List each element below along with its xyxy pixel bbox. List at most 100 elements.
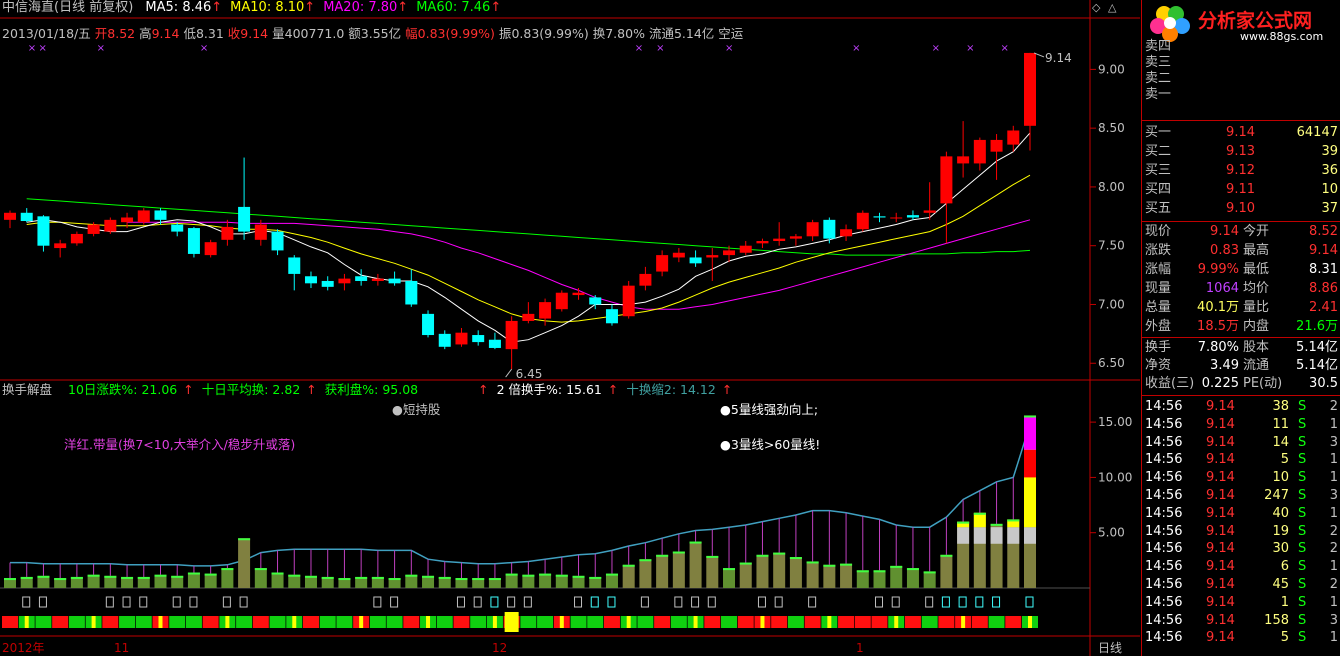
candle-up[interactable]	[371, 278, 384, 281]
candle-up[interactable]	[957, 156, 970, 164]
turnover-bar[interactable]	[840, 563, 853, 588]
candle-down[interactable]	[37, 216, 50, 246]
tick-row[interactable]: 14:56 9.14 6 S 1	[1142, 558, 1340, 576]
turnover-bar[interactable]	[890, 565, 903, 588]
turnover-bar[interactable]	[656, 554, 669, 588]
turnover-bar[interactable]	[856, 570, 869, 588]
tick-row[interactable]: 14:56 9.14 38 S 2	[1142, 398, 1340, 416]
candle-up[interactable]	[789, 236, 802, 239]
turnover-bar[interactable]	[723, 568, 736, 588]
turnover-bar[interactable]	[789, 557, 802, 588]
candle-up[interactable]	[204, 242, 217, 256]
candle-down[interactable]	[689, 257, 702, 264]
candle-down[interactable]	[321, 280, 334, 287]
candle-down[interactable]	[873, 216, 886, 218]
tick-row[interactable]: 14:56 9.14 247 S 3	[1142, 487, 1340, 505]
period-label[interactable]: 日线	[1098, 640, 1122, 656]
turnover-bar[interactable]	[923, 571, 936, 588]
bid-row[interactable]: 买五 9.10 37	[1142, 200, 1340, 218]
candle-up[interactable]	[104, 219, 117, 232]
candle-down[interactable]	[488, 339, 501, 348]
candle-up[interactable]	[940, 156, 953, 204]
turnover-bar[interactable]	[254, 568, 267, 588]
diamond-icon[interactable]: ◇	[1092, 0, 1100, 16]
turnover-bar[interactable]	[706, 555, 719, 588]
stat-row[interactable]: 外盘 18.5万 内盘 21.6万	[1142, 318, 1340, 336]
turnover-bar[interactable]	[505, 573, 518, 588]
turnover-bar[interactable]	[204, 573, 217, 588]
candle-down[interactable]	[472, 335, 485, 343]
bid-row[interactable]: 买一 9.14 64147	[1142, 124, 1340, 142]
candle-up[interactable]	[221, 226, 234, 240]
candle-up[interactable]	[723, 250, 736, 256]
turnover-bar[interactable]	[756, 554, 769, 588]
candle-down[interactable]	[388, 278, 401, 284]
turnover-bar[interactable]	[639, 559, 652, 588]
candle-up[interactable]	[622, 285, 635, 317]
candle-up[interactable]	[539, 302, 552, 319]
candle-up[interactable]	[1024, 52, 1036, 126]
candle-up[interactable]	[756, 241, 769, 244]
fund-row[interactable]: 收益(三) 0.225 PE(动) 30.5	[1142, 375, 1340, 393]
turnover-bar[interactable]	[238, 538, 251, 588]
candle-down[interactable]	[438, 333, 451, 347]
candle-up[interactable]	[4, 212, 16, 220]
stat-row[interactable]: 总量 40.1万 量比 2.41	[1142, 299, 1340, 317]
turnover-bar[interactable]	[689, 541, 702, 588]
stat-row[interactable]: 现量 1064 均价 8.86	[1142, 280, 1340, 298]
kline-chart[interactable]: 9.008.508.007.507.006.50× × × × × × × × × × ×9.146…	[0, 0, 1140, 656]
indicator-name[interactable]: 换手解盘	[2, 382, 52, 397]
arrow-up-icon[interactable]: △	[1108, 0, 1116, 16]
tick-row[interactable]: 14:56 9.14 158 S 3	[1142, 612, 1340, 630]
candle-down[interactable]	[154, 210, 167, 220]
stat-row[interactable]: 现价 9.14 今开 8.52	[1142, 223, 1340, 241]
bid-row[interactable]: 买二 9.13 39	[1142, 143, 1340, 161]
candle-up[interactable]	[555, 292, 568, 310]
candle-up[interactable]	[254, 224, 267, 240]
candle-down[interactable]	[355, 276, 368, 281]
bid-row[interactable]: 买三 9.12 36	[1142, 162, 1340, 180]
candle-up[interactable]	[522, 313, 535, 321]
turnover-bar[interactable]	[873, 570, 886, 588]
candle-up[interactable]	[54, 243, 67, 249]
fund-row[interactable]: 净资 3.49 流通 5.14亿	[1142, 357, 1340, 375]
tick-row[interactable]: 14:56 9.14 5 S 1	[1142, 451, 1340, 469]
candle-down[interactable]	[238, 206, 251, 232]
turnover-bar[interactable]	[672, 551, 685, 588]
tick-row[interactable]: 14:56 9.14 14 S 3	[1142, 434, 1340, 452]
tick-row[interactable]: 14:56 9.14 45 S 2	[1142, 576, 1340, 594]
tick-row[interactable]: 14:56 9.14 40 S 1	[1142, 505, 1340, 523]
turnover-bar[interactable]	[622, 564, 635, 588]
tick-row[interactable]: 14:56 9.14 30 S 2	[1142, 540, 1340, 558]
turnover-bar[interactable]	[806, 561, 819, 588]
candle-up[interactable]	[70, 233, 83, 244]
candle-up[interactable]	[121, 217, 134, 223]
turnover-bar[interactable]	[773, 552, 786, 588]
candle-up[interactable]	[572, 292, 585, 296]
candle-up[interactable]	[672, 252, 685, 258]
candle-down[interactable]	[405, 280, 418, 305]
candle-down[interactable]	[20, 212, 33, 222]
candle-down[interactable]	[906, 215, 919, 218]
tick-row[interactable]: 14:56 9.14 10 S 1	[1142, 469, 1340, 487]
tick-row[interactable]: 14:56 9.14 1 S 1	[1142, 594, 1340, 612]
candle-down[interactable]	[823, 219, 836, 239]
fund-row[interactable]: 换手 7.80% 股本 5.14亿	[1142, 339, 1340, 357]
candle-up[interactable]	[706, 255, 719, 258]
turnover-bar[interactable]	[221, 568, 234, 588]
candle-up[interactable]	[137, 210, 150, 223]
tick-row[interactable]: 14:56 9.14 11 S 1	[1142, 416, 1340, 434]
candle-down[interactable]	[288, 257, 301, 274]
candle-up[interactable]	[739, 245, 752, 253]
candle-down[interactable]	[589, 297, 602, 305]
candle-up[interactable]	[923, 210, 936, 213]
candle-up[interactable]	[840, 229, 853, 237]
candle-up[interactable]	[639, 273, 652, 286]
candle-down[interactable]	[271, 231, 284, 251]
candle-up[interactable]	[455, 332, 468, 345]
candle-up[interactable]	[773, 238, 786, 241]
candle-down[interactable]	[171, 224, 184, 232]
turnover-bar[interactable]	[906, 568, 919, 588]
stat-row[interactable]: 涨跌 0.83 最高 9.14	[1142, 242, 1340, 260]
ask-row[interactable]: 卖一	[1142, 86, 1340, 104]
